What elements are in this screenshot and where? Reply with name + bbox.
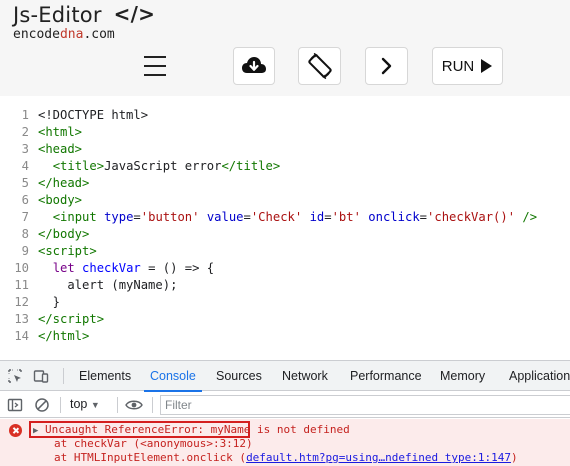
device-toolbar-icon[interactable] (33, 368, 49, 384)
context-selector[interactable]: top ▼ (70, 397, 100, 411)
tab-console[interactable]: Console (144, 361, 202, 392)
stack-line: at checkVar (<anonymous>:3:12) (54, 437, 253, 450)
code-line: 6 <body> (21, 193, 83, 207)
devtools-panel: Elements Console Sources Network Perform… (0, 360, 570, 466)
error-rest-text: is not defined (250, 423, 350, 436)
tab-sources[interactable]: Sources (216, 361, 262, 391)
run-label: RUN (441, 57, 475, 75)
triangle-down-icon: ▼ (90, 400, 100, 410)
screen-rotation-icon (307, 52, 332, 80)
brand-title: Js-Editor (13, 3, 102, 27)
menu-icon (144, 56, 166, 58)
code-line: 2 <html> (21, 125, 83, 139)
brand-subtitle: encodedna.com (13, 27, 115, 42)
code-line: 8 </body> (21, 227, 90, 241)
filter-input[interactable] (160, 395, 570, 415)
eye-icon[interactable] (125, 397, 143, 413)
rotate-screen-button[interactable] (298, 47, 341, 85)
menu-button[interactable] (140, 47, 172, 85)
code-line: 1 <!DOCTYPE html> (21, 108, 149, 122)
play-icon (481, 59, 493, 73)
code-line: 7 <input type='button' value='Check' id=… (21, 210, 538, 224)
download-button[interactable] (233, 47, 275, 85)
tab-performance[interactable]: Performance (350, 361, 422, 391)
clear-console-icon[interactable] (34, 397, 50, 413)
expand-triangle-icon[interactable]: ▶ (33, 426, 38, 436)
console-error-message[interactable]: ▶ Uncaught ReferenceError: myName is not… (0, 419, 570, 466)
app-header: Js-Editor </> encodedna.com RUN (0, 0, 570, 96)
next-button[interactable] (365, 47, 408, 85)
code-line: 14 </html> (14, 329, 90, 343)
code-line: 10 let checkVar = () => { (14, 261, 215, 275)
code-line: 3 <head> (21, 142, 83, 156)
devtools-tabbar: Elements Console Sources Network Perform… (0, 361, 570, 392)
cloud-download-icon (242, 57, 266, 73)
tab-application[interactable]: Application (509, 361, 570, 391)
code-line: 5 </head> (21, 176, 90, 190)
tab-elements[interactable]: Elements (79, 361, 131, 391)
code-line: 12 } (14, 295, 61, 309)
stack-line: at HTMLInputElement.onclick (default.htm… (54, 451, 518, 464)
code-icon: </> (113, 2, 156, 26)
inspect-element-icon[interactable] (7, 368, 23, 384)
run-button[interactable]: RUN (432, 47, 503, 85)
code-editor[interactable]: 1 <!DOCTYPE html> 2 <html> 3 <head> 4 <titl… (0, 102, 570, 358)
source-link[interactable]: default.htm?pg=using…ndefined type:1:147 (246, 451, 511, 464)
chevron-right-icon (381, 57, 391, 75)
error-highlighted-text: Uncaught ReferenceError: myName (45, 423, 251, 436)
code-line: 11 alert (myName); (14, 278, 178, 292)
console-toolbar: top ▼ (0, 392, 570, 418)
code-line: 9 <script> (21, 244, 97, 258)
error-icon (9, 424, 22, 437)
brand-logo[interactable]: Js-Editor </> encodedna.com (13, 2, 156, 42)
sidebar-toggle-icon[interactable] (7, 397, 23, 413)
tab-network[interactable]: Network (282, 361, 328, 391)
code-line: 13 </script> (14, 312, 105, 326)
tab-memory[interactable]: Memory (440, 361, 485, 391)
code-line: 4 <title>JavaScript error</title> (21, 159, 281, 173)
